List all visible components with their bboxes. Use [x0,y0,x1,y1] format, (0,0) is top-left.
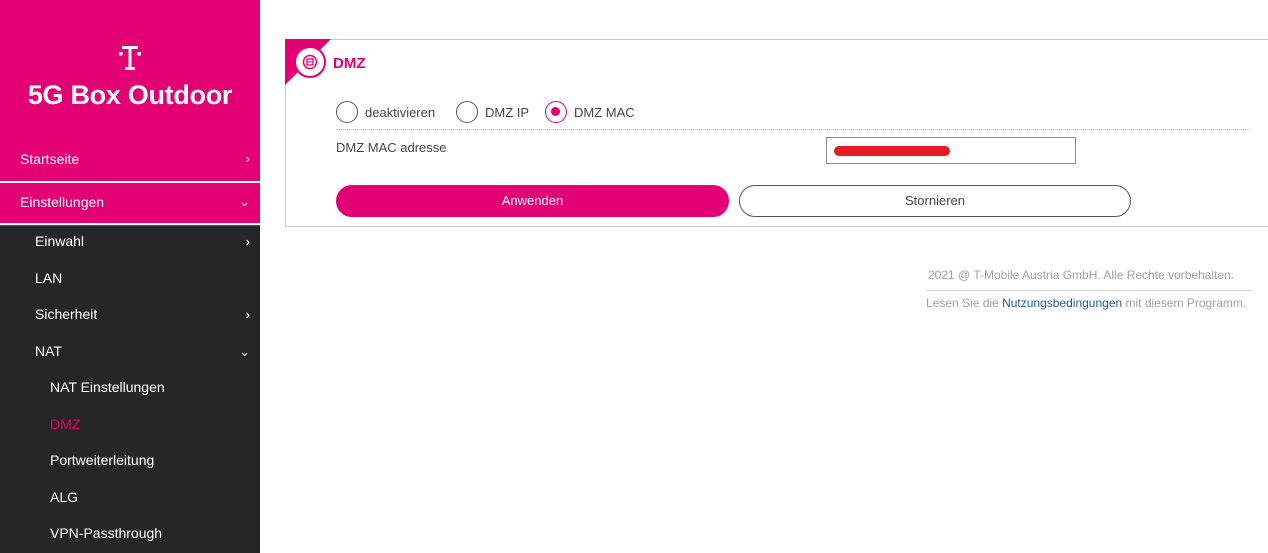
radio-selected-dot [551,107,560,116]
chevron-down-icon: ⌄ [239,344,250,359]
chevron-down-icon: ⌄ [239,194,250,209]
nav-einstellungen[interactable]: Einstellungen ⌄ [0,182,260,222]
nav-lan[interactable]: LAN [0,261,260,297]
nav-label: VPN-Passthrough [50,525,163,541]
nav-label: Sicherheit [35,306,98,322]
dotted-divider [336,129,1250,130]
dmz-shield-icon [294,46,326,78]
footer-divider [926,290,1252,291]
nav-nat-einstellungen[interactable]: NAT Einstellungen [0,370,260,406]
chevron-right-icon: › [245,151,250,166]
terms-suffix: mit diesem Programm. [1122,296,1247,310]
radio-label: DMZ MAC [574,105,635,120]
nav-label: NAT Einstellungen [50,379,165,395]
copyright-text: 2021 @ T-Mobile Austria GmbH. Alle Recht… [928,268,1235,282]
nav-label: DMZ [50,416,81,432]
nav-label: ALG [50,489,79,505]
nav-nat[interactable]: NAT ⌄ [0,334,260,370]
dmz-panel: DMZ deaktivieren DMZ IP DMZ MAC DMZ MAC … [285,39,1268,227]
nav-sicherheit[interactable]: Sicherheit › [0,297,260,333]
chevron-right-icon: › [245,307,250,322]
nav-label: Portweiterleitung [50,452,155,468]
terms-prefix: Lesen Sie die [926,296,1003,310]
panel-title: DMZ [333,55,366,72]
mac-address-label: DMZ MAC adresse [336,140,447,155]
nav-label: Startseite [20,151,80,167]
terms-text: Lesen Sie die Nutzungsbedingungen mit di… [926,296,1246,310]
sidebar: 5G Box Outdoor Startseite › Einstellunge… [0,0,260,553]
chevron-right-icon: › [245,234,250,249]
radio-circle [336,101,358,123]
radio-label: deaktivieren [365,105,436,120]
terms-link[interactable]: Nutzungsbedingungen [1002,296,1122,310]
radio-circle [545,101,567,123]
radio-circle [456,101,478,123]
mac-address-input[interactable] [826,137,1076,164]
radio-deaktivieren[interactable]: deaktivieren [336,101,446,125]
brand-title: 5G Box Outdoor [27,80,233,110]
nav-label: Einstellungen [20,194,105,210]
cancel-button[interactable]: Stornieren [739,185,1131,217]
radio-label: DMZ IP [485,105,530,120]
nav-dmz[interactable]: DMZ [0,407,260,443]
radio-dmz-mac[interactable]: DMZ MAC [545,101,645,125]
redaction-mark [834,146,950,156]
nav-label: LAN [35,270,63,286]
nav-label: Einwahl [35,233,85,249]
nav-alg[interactable]: ALG [0,480,260,516]
nav-label: NAT [35,343,62,359]
radio-dmz-ip[interactable]: DMZ IP [456,101,536,125]
nav-vpn-passthrough[interactable]: VPN-Passthrough [0,516,260,552]
nav-startseite[interactable]: Startseite › [0,139,260,179]
telekom-logo-icon [119,46,141,70]
nav-einwahl[interactable]: Einwahl › [0,224,260,260]
apply-button[interactable]: Anwenden [336,185,729,217]
nav-portweiterleitung[interactable]: Portweiterleitung [0,443,260,479]
